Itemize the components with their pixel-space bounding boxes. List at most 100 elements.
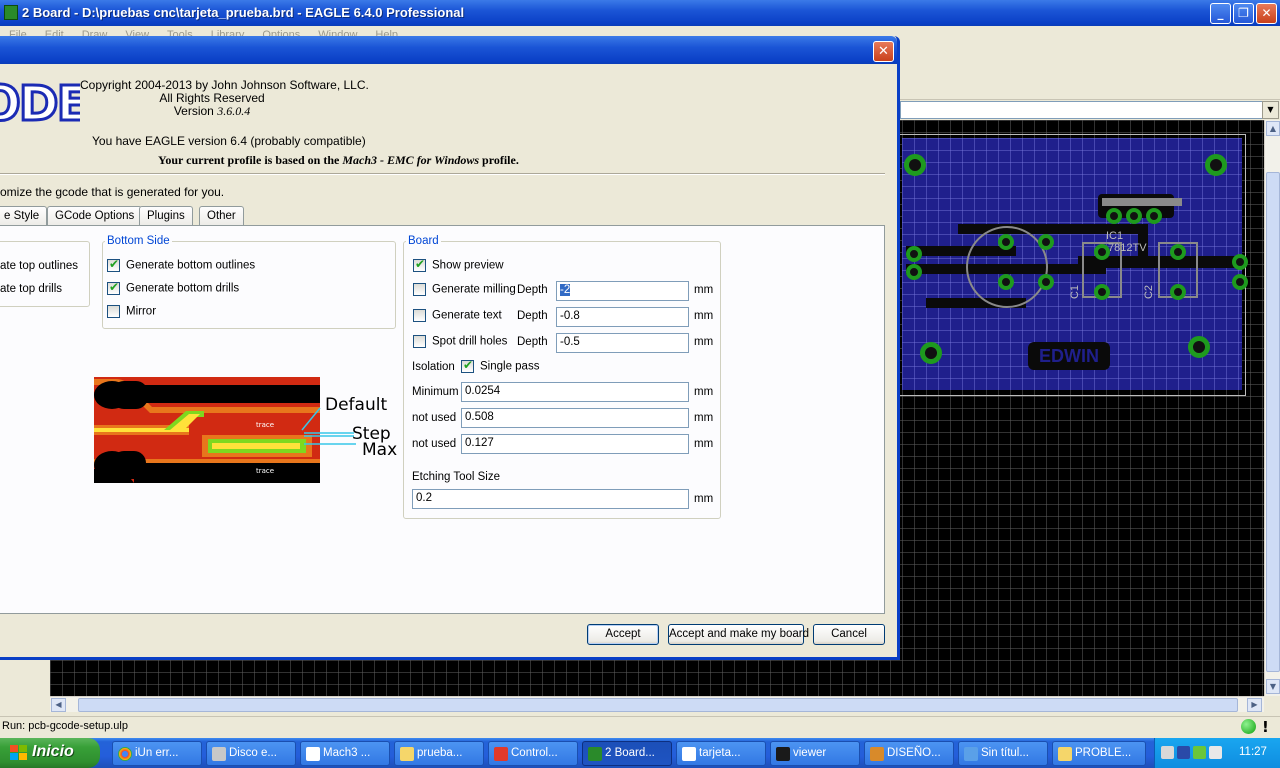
isolation-preview-image: trace trace	[94, 377, 320, 483]
board-legend: Board	[408, 235, 439, 247]
minimize-button[interactable]: _	[1210, 3, 1231, 24]
mount-hole-pad	[904, 154, 926, 176]
not-used-input-1[interactable]: 0.508	[461, 408, 689, 428]
document-icon	[682, 747, 696, 761]
taskbar-item-browser[interactable]: iUn err...	[112, 741, 202, 766]
generate-top-drills-label[interactable]: ate top drills	[0, 283, 62, 295]
taskbar-item-diseno[interactable]: DISEÑO...	[864, 741, 954, 766]
checkbox-unchecked[interactable]	[413, 309, 426, 322]
design-app-icon	[870, 747, 884, 761]
taskbar-item-folder[interactable]: prueba...	[394, 741, 484, 766]
volume-icon[interactable]	[1209, 746, 1222, 759]
regulator-pad	[998, 234, 1014, 250]
close-button[interactable]: ✕	[1256, 3, 1277, 24]
connector-pad	[1232, 274, 1248, 290]
tab-other[interactable]: Other	[199, 206, 244, 226]
status-ready-icon	[1241, 719, 1256, 734]
scroll-up-arrow[interactable]: ▲	[1266, 121, 1280, 136]
ic1-label: IC1	[1106, 230, 1124, 242]
generate-bottom-outlines-checkbox[interactable]: Generate bottom outlines	[107, 257, 255, 272]
spot-depth-input[interactable]: -0.5	[556, 333, 689, 353]
not-used-unit-2: mm	[694, 438, 714, 450]
command-history-dropdown[interactable]: ▼	[1262, 101, 1279, 119]
etching-tool-size-input[interactable]: 0.2	[412, 489, 689, 509]
text-depth-input[interactable]: -0.8	[556, 307, 689, 327]
milling-depth-unit: mm	[694, 284, 714, 296]
horizontal-scroll-thumb[interactable]	[78, 698, 1238, 712]
generate-bottom-drills-checkbox[interactable]: Generate bottom drills	[107, 280, 239, 295]
accept-button[interactable]: Accept	[587, 624, 659, 645]
nvidia-icon[interactable]	[1193, 746, 1206, 759]
taskbar-item-problem[interactable]: PROBLE...	[1052, 741, 1146, 766]
taskbar-item-board[interactable]: 2 Board...	[582, 741, 672, 766]
taskbar-item-mach3[interactable]: Mach3 ...	[300, 741, 390, 766]
show-preview-checkbox[interactable]: Show preview	[413, 257, 504, 272]
minimum-input[interactable]: 0.0254	[461, 382, 689, 402]
security-icon[interactable]	[1177, 746, 1190, 759]
horizontal-scrollbar[interactable]: ◀ ▶	[50, 696, 1264, 712]
taskbar-item-viewer[interactable]: viewer	[770, 741, 860, 766]
regulator-pad	[998, 274, 1014, 290]
stop-icon[interactable]: !	[1262, 718, 1269, 736]
maximize-button[interactable]: ❐	[1233, 3, 1254, 24]
checkbox-checked[interactable]	[461, 358, 474, 373]
cancel-button[interactable]: Cancel	[813, 624, 885, 645]
capacitor-pad	[1170, 284, 1186, 300]
tab-plugins[interactable]: Plugins	[139, 206, 193, 226]
accept-and-make-board-button[interactable]: Accept and make my board	[668, 624, 809, 645]
capacitor-pad	[1170, 244, 1186, 260]
window-title: 2 Board - D:\pruebas cnc\tarjeta_prueba.…	[22, 5, 465, 20]
generate-top-outlines-label[interactable]: ate top outlines	[0, 260, 78, 272]
single-pass-checkbox[interactable]: Single pass	[461, 358, 539, 373]
bottom-side-legend: Bottom Side	[107, 235, 170, 247]
ic1-pad	[1126, 208, 1142, 224]
start-button[interactable]: Inicio	[0, 738, 100, 768]
scroll-right-arrow[interactable]: ▶	[1247, 698, 1262, 712]
etching-tool-size-unit: mm	[694, 493, 714, 505]
not-used-input-2[interactable]: 0.127	[461, 434, 689, 454]
eagle-version-text: You have EAGLE version 6.4 (probably com…	[92, 134, 366, 148]
etching-tool-size-label: Etching Tool Size	[412, 471, 501, 483]
checkbox-checked[interactable]	[107, 280, 120, 295]
dialog-close-button[interactable]: ✕	[873, 41, 894, 62]
system-tray: 11:27	[1154, 738, 1280, 768]
mirror-checkbox[interactable]: Mirror	[107, 305, 156, 318]
generate-text-checkbox[interactable]: Generate text	[413, 309, 502, 322]
checkbox-unchecked[interactable]	[413, 283, 426, 296]
text-depth-label: Depth	[517, 310, 548, 322]
ic1-pad	[1146, 208, 1162, 224]
spot-drill-holes-checkbox[interactable]: Spot drill holes	[413, 335, 507, 348]
not-used-unit-1: mm	[694, 412, 714, 424]
not-used-label-1: not used	[412, 412, 457, 424]
taskbar-item-disk[interactable]: Disco e...	[206, 741, 296, 766]
control-icon	[494, 747, 508, 761]
tab-machine-style[interactable]: e Style	[0, 206, 48, 226]
taskbar-item-tarjeta[interactable]: tarjeta...	[676, 741, 766, 766]
connector-pad	[906, 264, 922, 280]
checkbox-unchecked[interactable]	[107, 305, 120, 318]
status-text: Run: pcb-gcode-setup.ulp	[2, 720, 128, 732]
network-icon[interactable]	[1161, 746, 1174, 759]
checkbox-checked[interactable]	[413, 257, 426, 272]
milling-depth-input[interactable]: -2	[556, 281, 689, 301]
vertical-scrollbar[interactable]: ▲ ▼	[1264, 120, 1280, 696]
generate-milling-checkbox[interactable]: Generate milling	[413, 283, 516, 296]
scroll-left-arrow[interactable]: ◀	[51, 698, 66, 712]
vertical-scroll-thumb[interactable]	[1266, 172, 1280, 672]
ic-value-label: 7812TV	[1108, 242, 1147, 254]
edwin-label: EDWIN	[1039, 346, 1099, 366]
checkbox-unchecked[interactable]	[413, 335, 426, 348]
taskbar-item-untitled[interactable]: Sin títul...	[958, 741, 1048, 766]
windows-logo-icon	[10, 745, 27, 761]
folder-icon	[1058, 747, 1072, 761]
command-line-input[interactable]	[900, 101, 1266, 119]
start-label: Inicio	[32, 743, 74, 760]
scroll-down-arrow[interactable]: ▼	[1266, 679, 1280, 694]
capacitor-pad	[1094, 284, 1110, 300]
eagle-icon	[588, 747, 602, 761]
rights-text: All Rights Reserved	[159, 91, 265, 105]
taskbar-item-control[interactable]: Control...	[488, 741, 578, 766]
checkbox-checked[interactable]	[107, 257, 120, 272]
pcb-gcode-logo: ODE	[0, 82, 80, 126]
tab-gcode-options[interactable]: GCode Options	[47, 206, 143, 226]
